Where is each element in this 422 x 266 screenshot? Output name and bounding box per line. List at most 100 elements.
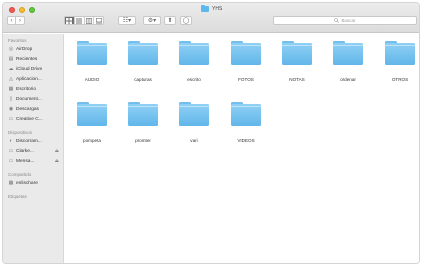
folder-item[interactable]: VIDEOS bbox=[228, 102, 264, 143]
search-icon bbox=[334, 18, 340, 23]
airdrop-icon: ◎ bbox=[8, 46, 14, 52]
share-button[interactable]: ⬆ bbox=[164, 16, 176, 25]
network-icon: ▦ bbox=[8, 180, 14, 186]
folder-icon bbox=[231, 41, 261, 65]
sidebar-item-label: Descargas bbox=[16, 106, 39, 112]
tag-icon: ◯ bbox=[182, 17, 190, 24]
sidebar-item-favorite-1[interactable]: ▤ Recientes bbox=[3, 54, 63, 64]
window-controls bbox=[9, 7, 35, 13]
window-title-text: YHS bbox=[212, 6, 223, 12]
sidebar-header-tags: Etiquetas bbox=[8, 194, 27, 199]
folder-label: promter bbox=[135, 138, 151, 143]
sidebar-item-favorite-5[interactable]: ▯ Document... bbox=[3, 94, 63, 104]
sidebar-item-favorite-6[interactable]: ◉ Descargas bbox=[3, 104, 63, 114]
zoom-window-button[interactable] bbox=[29, 7, 35, 13]
sidebar-item-label: AirDrop bbox=[16, 46, 33, 52]
recents-icon: ▤ bbox=[8, 56, 14, 62]
sidebar-item-device-0[interactable]: ◐ Discorram... bbox=[3, 136, 63, 146]
folder-icon bbox=[282, 41, 312, 65]
sidebar-item-device-1[interactable]: ▭ Clarke... ⏏ bbox=[3, 146, 63, 156]
gallery-icon bbox=[95, 17, 102, 24]
window-title: YHS bbox=[201, 5, 223, 12]
sidebar-item-label: Document... bbox=[16, 96, 42, 102]
folder-icon bbox=[231, 102, 261, 126]
arrange-button[interactable]: ☷▾ bbox=[118, 16, 136, 25]
folder-label: AUDIO bbox=[84, 77, 100, 82]
columns-icon bbox=[85, 17, 92, 24]
folder-item[interactable]: NOTAS bbox=[279, 41, 315, 82]
sidebar-item-device-2[interactable]: ▭ Mensa... ⏏ bbox=[3, 156, 63, 166]
folder-icon: ▭ bbox=[8, 116, 14, 122]
file-browser-content: AUDIO capturas escrito FOTOS NOTAS ordenar OTR… bbox=[65, 34, 419, 263]
folder-icon bbox=[77, 41, 107, 65]
folder-label: vari bbox=[190, 138, 198, 143]
folder-icon bbox=[179, 41, 209, 65]
folder-item[interactable]: AUDIO bbox=[74, 41, 110, 82]
sidebar-header-shared: Compartido bbox=[8, 172, 32, 177]
drive-icon: ▭ bbox=[8, 158, 14, 164]
tags-button[interactable]: ◯ bbox=[180, 16, 192, 25]
folder-label: escrito bbox=[187, 77, 201, 82]
folder-icon bbox=[128, 102, 158, 126]
folder-label: NOTAS bbox=[289, 77, 305, 82]
chevron-left-icon: ‹ bbox=[10, 17, 13, 24]
folder-item[interactable]: pompeta bbox=[74, 102, 110, 143]
sidebar-item-favorite-4[interactable]: ▦ Escritorio bbox=[3, 84, 63, 94]
folder-item[interactable]: capturas bbox=[125, 41, 161, 82]
folder-label: ordenar bbox=[340, 77, 356, 82]
action-button[interactable]: ⚙▾ bbox=[143, 16, 161, 25]
search-placeholder: Buscar bbox=[341, 18, 356, 23]
sidebar-item-label: Escritorio bbox=[16, 86, 36, 92]
title-bar: YHS ‹ › ☷▾ ⚙▾ ⬆ ◯ Buscar bbox=[3, 3, 419, 33]
desktop-icon: ▦ bbox=[8, 86, 14, 92]
folder-label: FOTOS bbox=[238, 77, 254, 82]
sidebar-item-label: Clarke... bbox=[16, 148, 34, 154]
sidebar: Favoritos ◎ AirDrop ▤ Recientes ☁ iCloud Driv… bbox=[3, 34, 64, 263]
icon-view-button[interactable] bbox=[65, 17, 75, 24]
sidebar-item-shared-0[interactable]: ▦ enlischare bbox=[3, 178, 63, 188]
folder-label: pompeta bbox=[83, 138, 101, 143]
folder-item[interactable]: ordenar bbox=[330, 41, 366, 82]
forward-button[interactable]: › bbox=[16, 16, 25, 25]
minimize-window-button[interactable] bbox=[19, 7, 25, 13]
sidebar-item-label: Aplicacion... bbox=[16, 76, 42, 82]
folder-item[interactable]: escrito bbox=[176, 41, 212, 82]
back-button[interactable]: ‹ bbox=[7, 16, 16, 25]
eject-icon[interactable]: ⏏ bbox=[55, 148, 59, 154]
view-mode-switcher bbox=[64, 16, 104, 25]
sidebar-item-label: enlischare bbox=[16, 180, 38, 186]
list-view-button[interactable] bbox=[75, 17, 85, 24]
sidebar-item-favorite-7[interactable]: ▭ Creative C... bbox=[3, 114, 63, 124]
folder-icon bbox=[179, 102, 209, 126]
cloud-icon: ☁ bbox=[8, 66, 14, 72]
search-field[interactable]: Buscar bbox=[273, 16, 417, 25]
sidebar-item-label: Mensa... bbox=[16, 158, 35, 164]
grid-icon bbox=[66, 17, 73, 24]
share-icon: ⬆ bbox=[167, 17, 173, 24]
folder-icon bbox=[333, 41, 363, 65]
close-window-button[interactable] bbox=[9, 7, 15, 13]
column-view-button[interactable] bbox=[85, 17, 95, 24]
drive-icon: ▭ bbox=[8, 148, 14, 154]
folder-icon bbox=[201, 5, 209, 12]
folder-item[interactable]: promter bbox=[125, 102, 161, 143]
sidebar-item-favorite-3[interactable]: ◬ Aplicacion... bbox=[3, 74, 63, 84]
sidebar-item-favorite-0[interactable]: ◎ AirDrop bbox=[3, 44, 63, 54]
downloads-icon: ◉ bbox=[8, 106, 14, 112]
chevron-right-icon: › bbox=[19, 17, 21, 24]
sidebar-header-devices: Dispositivos bbox=[8, 130, 33, 135]
sidebar-item-label: Discorram... bbox=[16, 138, 42, 144]
folder-item[interactable]: FOTOS bbox=[228, 41, 264, 82]
folder-label: OTROS bbox=[391, 77, 409, 82]
sidebar-item-favorite-2[interactable]: ☁ iCloud Drive bbox=[3, 64, 63, 74]
gallery-view-button[interactable] bbox=[94, 17, 103, 24]
applications-icon: ◬ bbox=[9, 76, 13, 82]
folder-item[interactable]: OTROS bbox=[382, 41, 418, 82]
folder-icon bbox=[385, 41, 415, 65]
eject-icon[interactable]: ⏏ bbox=[55, 158, 59, 164]
folder-item[interactable]: vari bbox=[176, 102, 212, 143]
documents-icon: ▯ bbox=[9, 96, 13, 102]
finder-window: YHS ‹ › ☷▾ ⚙▾ ⬆ ◯ Buscar Favoritos ◎ Air… bbox=[2, 2, 420, 264]
folder-label: VIDEOS bbox=[237, 138, 255, 143]
sidebar-item-label: Creative C... bbox=[16, 116, 43, 122]
